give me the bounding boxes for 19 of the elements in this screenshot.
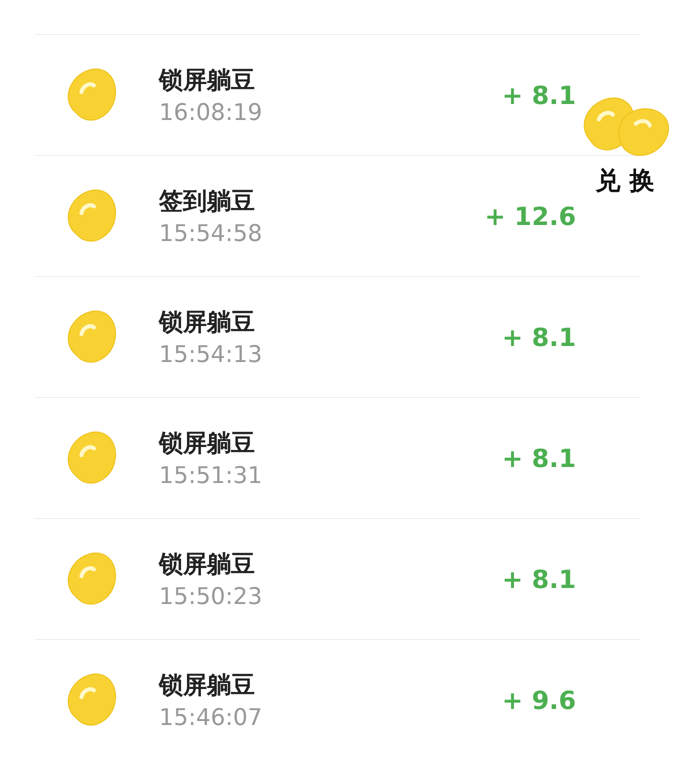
record-title: 签到躺豆 <box>159 186 256 217</box>
exchange-button[interactable]: 兑 换 <box>578 86 672 197</box>
record-title: 锁屏躺豆 <box>159 670 256 701</box>
record-title: 锁屏躺豆 <box>159 307 256 338</box>
record-title: 锁屏躺豆 <box>159 549 256 580</box>
record-amount: + 9.6 <box>502 686 576 714</box>
record-time: 15:54:13 <box>159 342 264 368</box>
record-time: 16:08:19 <box>159 100 264 126</box>
record-time: 15:51:31 <box>159 463 264 489</box>
record-amount: + 8.1 <box>502 444 576 472</box>
record-title: 锁屏躺豆 <box>159 65 256 96</box>
record-amount: + 12.6 <box>484 202 576 230</box>
record-time: 15:46:07 <box>159 705 264 731</box>
record-time: 15:50:23 <box>159 584 264 610</box>
record-time: 15:54:58 <box>159 221 264 247</box>
record-amount: + 8.1 <box>502 564 576 594</box>
record-amount: + 8.1 <box>502 80 576 110</box>
record-title: 锁屏躺豆 <box>159 428 256 459</box>
record-amount: + 8.1 <box>502 322 576 352</box>
